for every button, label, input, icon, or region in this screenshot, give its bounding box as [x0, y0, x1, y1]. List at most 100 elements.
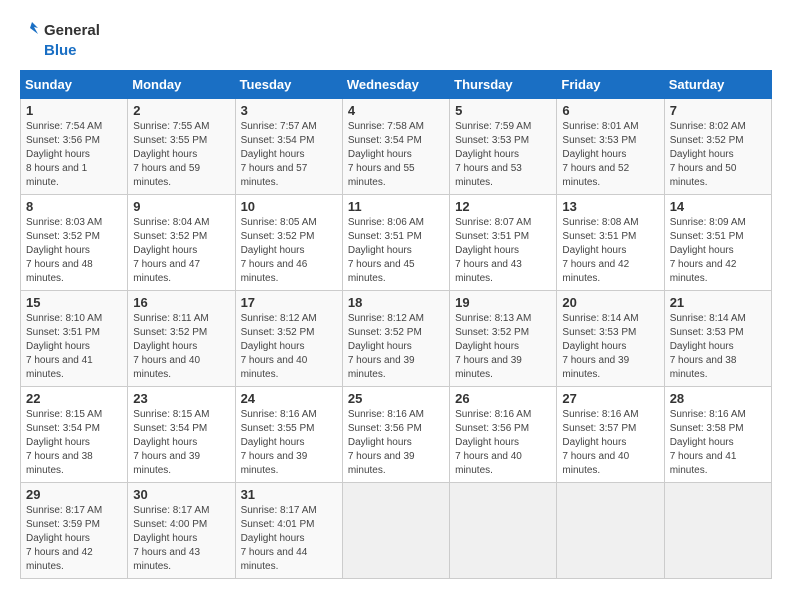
day-number: 18	[348, 295, 444, 310]
day-detail: Sunrise: 8:04 AMSunset: 3:52 PMDaylight …	[133, 216, 229, 286]
day-detail: Sunrise: 8:14 AMSunset: 3:53 PMDaylight …	[562, 312, 658, 382]
day-detail: Sunrise: 8:15 AMSunset: 3:54 PMDaylight …	[133, 408, 229, 478]
calendar-cell: 17Sunrise: 8:12 AMSunset: 3:52 PMDayligh…	[235, 291, 342, 387]
day-number: 16	[133, 295, 229, 310]
calendar-cell: 1 Sunrise: 7:54 AMSunset: 3:56 PMDaylight…	[21, 99, 128, 195]
day-detail: Sunrise: 7:59 AMSunset: 3:53 PMDaylight …	[455, 120, 551, 190]
calendar-cell: 14 Sunrise: 8:09 AMSunset: 3:51 PMDayligh…	[664, 195, 771, 291]
day-of-week-header: Thursday	[450, 71, 557, 99]
day-detail: Sunrise: 8:15 AMSunset: 3:54 PMDaylight …	[26, 408, 122, 478]
calendar-cell: 9 Sunrise: 8:04 AMSunset: 3:52 PMDaylight…	[128, 195, 235, 291]
logo: General Blue	[20, 20, 100, 60]
calendar-cell: 6Sunrise: 8:01 AMSunset: 3:53 PMDaylight…	[557, 99, 664, 195]
day-number: 11	[348, 199, 444, 214]
calendar-cell: 30Sunrise: 8:17 AMSunset: 4:00 PMDayligh…	[128, 483, 235, 579]
calendar-cell: 15 Sunrise: 8:10 AMSunset: 3:51 PMDayligh…	[21, 291, 128, 387]
day-number: 8	[26, 199, 122, 214]
day-detail: Sunrise: 8:16 AMSunset: 3:57 PMDaylight …	[562, 408, 658, 478]
logo-bird-icon	[20, 20, 42, 42]
day-number: 22	[26, 391, 122, 406]
calendar-week-row: 8 Sunrise: 8:03 AMSunset: 3:52 PMDaylight…	[21, 195, 772, 291]
day-detail: Sunrise: 8:16 AMSunset: 3:55 PMDaylight …	[241, 408, 337, 478]
day-detail: Sunrise: 8:14 AMSunset: 3:53 PMDaylight …	[670, 312, 766, 382]
day-number: 1	[26, 103, 122, 118]
day-number: 29	[26, 487, 122, 502]
day-detail: Sunrise: 8:16 AMSunset: 3:56 PMDaylight …	[348, 408, 444, 478]
calendar-cell	[557, 483, 664, 579]
calendar-table: SundayMondayTuesdayWednesdayThursdayFrid…	[20, 70, 772, 579]
day-number: 13	[562, 199, 658, 214]
day-number: 14	[670, 199, 766, 214]
calendar-cell: 29Sunrise: 8:17 AMSunset: 3:59 PMDayligh…	[21, 483, 128, 579]
day-detail: Sunrise: 7:57 AMSunset: 3:54 PMDaylight …	[241, 120, 337, 190]
calendar-cell: 20 Sunrise: 8:14 AMSunset: 3:53 PMDayligh…	[557, 291, 664, 387]
calendar-cell: 26 Sunrise: 8:16 AMSunset: 3:56 PMDayligh…	[450, 387, 557, 483]
day-detail: Sunrise: 8:03 AMSunset: 3:52 PMDaylight …	[26, 216, 122, 286]
day-number: 20	[562, 295, 658, 310]
day-number: 21	[670, 295, 766, 310]
day-detail: Sunrise: 8:12 AMSunset: 3:52 PMDaylight …	[348, 312, 444, 382]
day-number: 23	[133, 391, 229, 406]
day-of-week-header: Saturday	[664, 71, 771, 99]
calendar-cell: 16 Sunrise: 8:11 AMSunset: 3:52 PMDayligh…	[128, 291, 235, 387]
calendar-week-row: 1 Sunrise: 7:54 AMSunset: 3:56 PMDaylight…	[21, 99, 772, 195]
calendar-cell: 21 Sunrise: 8:14 AMSunset: 3:53 PMDayligh…	[664, 291, 771, 387]
day-detail: Sunrise: 7:55 AMSunset: 3:55 PMDaylight …	[133, 120, 229, 190]
day-number: 4	[348, 103, 444, 118]
day-detail: Sunrise: 8:08 AMSunset: 3:51 PMDaylight …	[562, 216, 658, 286]
day-of-week-header: Monday	[128, 71, 235, 99]
day-number: 15	[26, 295, 122, 310]
day-number: 9	[133, 199, 229, 214]
day-number: 28	[670, 391, 766, 406]
calendar-cell: 31Sunrise: 8:17 AMSunset: 4:01 PMDayligh…	[235, 483, 342, 579]
day-number: 7	[670, 103, 766, 118]
calendar-cell: 22 Sunrise: 8:15 AMSunset: 3:54 PMDayligh…	[21, 387, 128, 483]
day-of-week-header: Friday	[557, 71, 664, 99]
calendar-cell: 28Sunrise: 8:16 AMSunset: 3:58 PMDayligh…	[664, 387, 771, 483]
logo-general-text: General	[44, 22, 100, 40]
header-row: SundayMondayTuesdayWednesdayThursdayFrid…	[21, 71, 772, 99]
day-number: 2	[133, 103, 229, 118]
calendar-week-row: 15 Sunrise: 8:10 AMSunset: 3:51 PMDayligh…	[21, 291, 772, 387]
day-number: 6	[562, 103, 658, 118]
day-detail: Sunrise: 8:05 AMSunset: 3:52 PMDaylight …	[241, 216, 337, 286]
day-number: 10	[241, 199, 337, 214]
calendar-cell	[450, 483, 557, 579]
calendar-cell: 11 Sunrise: 8:06 AMSunset: 3:51 PMDayligh…	[342, 195, 449, 291]
day-detail: Sunrise: 8:07 AMSunset: 3:51 PMDaylight …	[455, 216, 551, 286]
calendar-cell: 4 Sunrise: 7:58 AMSunset: 3:54 PMDaylight…	[342, 99, 449, 195]
calendar-week-row: 22 Sunrise: 8:15 AMSunset: 3:54 PMDayligh…	[21, 387, 772, 483]
day-number: 27	[562, 391, 658, 406]
day-number: 24	[241, 391, 337, 406]
calendar-cell: 2 Sunrise: 7:55 AMSunset: 3:55 PMDaylight…	[128, 99, 235, 195]
calendar-week-row: 29Sunrise: 8:17 AMSunset: 3:59 PMDayligh…	[21, 483, 772, 579]
day-number: 30	[133, 487, 229, 502]
logo-blue-text: Blue	[44, 42, 77, 60]
day-detail: Sunrise: 8:06 AMSunset: 3:51 PMDaylight …	[348, 216, 444, 286]
calendar-cell	[342, 483, 449, 579]
calendar-cell: 19Sunrise: 8:13 AMSunset: 3:52 PMDayligh…	[450, 291, 557, 387]
day-detail: Sunrise: 8:10 AMSunset: 3:51 PMDaylight …	[26, 312, 122, 382]
day-detail: Sunrise: 8:17 AMSunset: 4:01 PMDaylight …	[241, 504, 337, 574]
day-of-week-header: Wednesday	[342, 71, 449, 99]
calendar-cell: 25Sunrise: 8:16 AMSunset: 3:56 PMDayligh…	[342, 387, 449, 483]
day-detail: Sunrise: 8:02 AMSunset: 3:52 PMDaylight …	[670, 120, 766, 190]
calendar-cell: 3Sunrise: 7:57 AMSunset: 3:54 PMDaylight…	[235, 99, 342, 195]
calendar-cell: 13 Sunrise: 8:08 AMSunset: 3:51 PMDayligh…	[557, 195, 664, 291]
day-detail: Sunrise: 7:54 AMSunset: 3:56 PMDaylight …	[26, 120, 122, 190]
calendar-cell: 10 Sunrise: 8:05 AMSunset: 3:52 PMDayligh…	[235, 195, 342, 291]
day-number: 26	[455, 391, 551, 406]
day-of-week-header: Sunday	[21, 71, 128, 99]
day-detail: Sunrise: 8:09 AMSunset: 3:51 PMDaylight …	[670, 216, 766, 286]
day-number: 19	[455, 295, 551, 310]
calendar-cell: 24 Sunrise: 8:16 AMSunset: 3:55 PMDayligh…	[235, 387, 342, 483]
day-detail: Sunrise: 8:12 AMSunset: 3:52 PMDaylight …	[241, 312, 337, 382]
day-detail: Sunrise: 8:16 AMSunset: 3:56 PMDaylight …	[455, 408, 551, 478]
calendar-cell: 8 Sunrise: 8:03 AMSunset: 3:52 PMDaylight…	[21, 195, 128, 291]
calendar-cell: 18 Sunrise: 8:12 AMSunset: 3:52 PMDayligh…	[342, 291, 449, 387]
day-number: 12	[455, 199, 551, 214]
day-number: 5	[455, 103, 551, 118]
day-detail: Sunrise: 7:58 AMSunset: 3:54 PMDaylight …	[348, 120, 444, 190]
day-detail: Sunrise: 8:11 AMSunset: 3:52 PMDaylight …	[133, 312, 229, 382]
day-of-week-header: Tuesday	[235, 71, 342, 99]
